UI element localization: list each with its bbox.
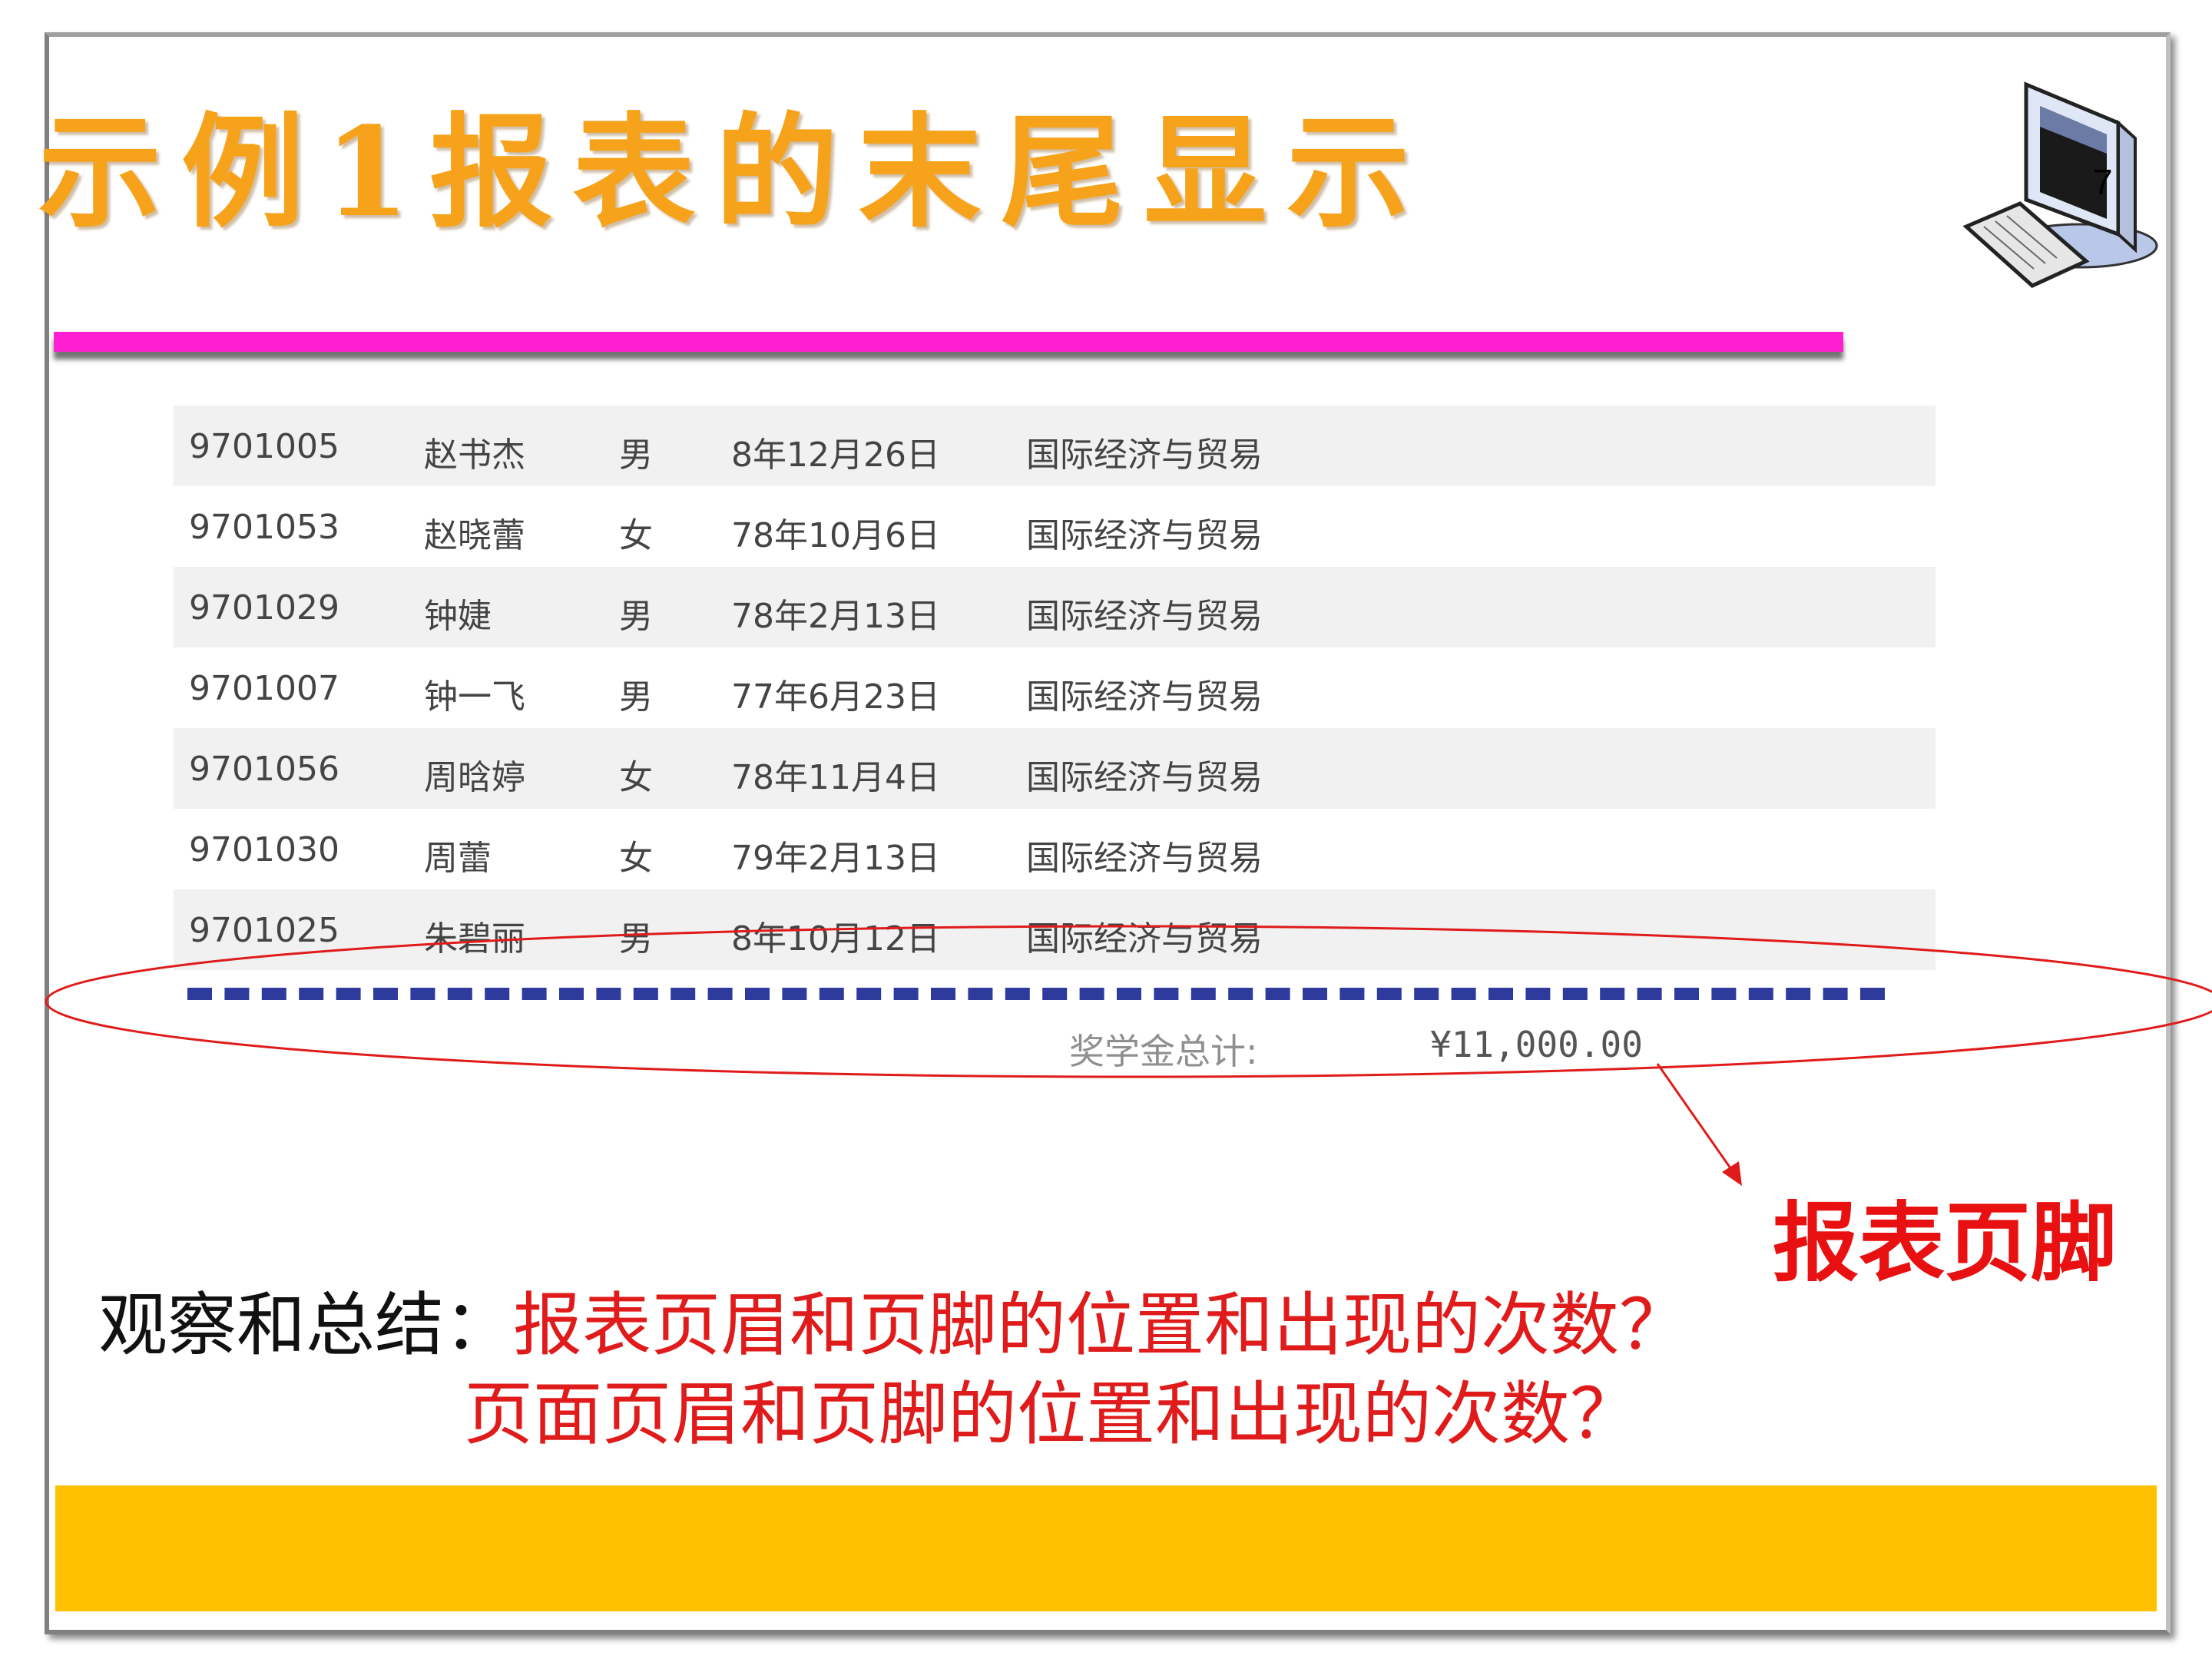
major-cell: 国际经济与贸易 [1026,597,1263,636]
table-row: 9701007 钟一飞 男 77年6月23日 国际经济与贸易 [174,647,1936,728]
student-id-cell: 9701030 [189,830,339,869]
student-id-cell: 9701053 [189,508,339,547]
slide-title: 示例1报表的末尾显示 [38,100,1430,244]
student-id-cell: 9701005 [189,427,339,466]
question-report-header-footer: 报表页眉和页脚的位置和出现的次数？ [513,1285,1688,1366]
table-row: 9701005 赵书杰 男 8年12月26日 国际经济与贸易 [174,406,1936,486]
major-cell: 国际经济与贸易 [1026,758,1263,797]
report-footer-callout: 报表页脚 [1773,1193,2117,1293]
name-cell: 钟婕 [424,597,492,636]
table-row: 9701029 钟婕 男 78年2月13日 国际经济与贸易 [174,567,1936,647]
student-id-cell: 9701056 [189,750,339,789]
observation-line-1: 观察和总结：报表页眉和页脚的位置和出现的次数？ [98,1269,1688,1369]
title-underline-bar [54,332,1843,352]
sex-cell: 女 [619,839,653,878]
birth-date-cell: 8年10月12日 [731,919,940,959]
name-cell: 周晗婷 [424,758,525,797]
sex-cell: 男 [619,919,653,959]
student-id-cell: 9701029 [189,588,339,628]
birth-date-cell: 79年2月13日 [731,839,940,878]
name-cell: 朱碧丽 [424,919,525,959]
observe-label: 观察和总结： [98,1285,513,1366]
name-cell: 钟一飞 [424,677,525,717]
page-number: 7 [2093,162,2113,202]
name-cell: 赵书杰 [424,435,525,475]
birth-date-cell: 77年6月23日 [731,677,940,717]
major-cell: 国际经济与贸易 [1026,919,1263,959]
scholarship-total-label: 奖学金总计: [1069,1031,1258,1072]
sex-cell: 男 [619,435,653,475]
bottom-yellow-bar [55,1485,2157,1611]
birth-date-cell: 78年10月6日 [731,516,940,555]
question-page-header-footer: 页面页眉和页脚的位置和出现的次数？ [464,1374,1639,1455]
scholarship-total-value: ¥11,000.00 [1430,1024,1643,1065]
student-id-cell: 9701007 [189,669,339,708]
student-id-cell: 9701025 [189,911,339,950]
report-table: 9701005 赵书杰 男 8年12月26日 国际经济与贸易 9701053 赵… [174,406,1936,970]
table-row: 9701056 周晗婷 女 78年11月4日 国际经济与贸易 [174,728,1936,809]
major-cell: 国际经济与贸易 [1026,435,1263,475]
major-cell: 国际经济与贸易 [1026,516,1263,555]
major-cell: 国际经济与贸易 [1026,839,1263,878]
sex-cell: 女 [619,516,653,555]
birth-date-cell: 78年11月4日 [731,758,940,797]
major-cell: 国际经济与贸易 [1026,677,1263,717]
birth-date-cell: 8年12月26日 [731,435,940,475]
table-row: 9701053 赵晓蕾 女 78年10月6日 国际经济与贸易 [174,486,1936,567]
sex-cell: 男 [619,597,653,636]
computer-icon [1962,81,2158,288]
name-cell: 赵晓蕾 [424,516,525,555]
report-footer-divider [187,988,1885,1000]
sex-cell: 女 [619,758,653,797]
sex-cell: 男 [619,677,653,717]
birth-date-cell: 78年2月13日 [731,597,940,636]
table-row: 9701025 朱碧丽 男 8年10月12日 国际经济与贸易 [174,889,1936,970]
table-row: 9701030 周蕾 女 79年2月13日 国际经济与贸易 [174,809,1936,889]
name-cell: 周蕾 [424,839,492,878]
